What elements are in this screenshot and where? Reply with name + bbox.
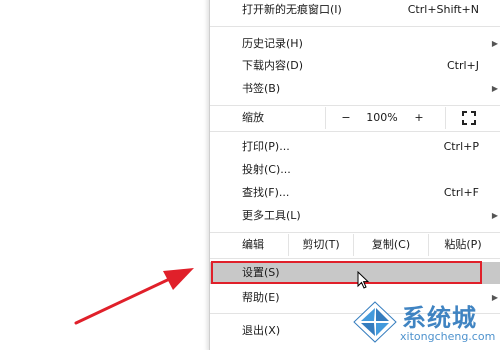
- menu-item-more-tools[interactable]: 更多工具(L) ▶: [210, 205, 500, 226]
- menu-item-label: 查找(F)...: [242, 186, 290, 199]
- menu-item-shortcut: Ctrl+P: [443, 140, 479, 153]
- zoom-label: 缩放: [242, 111, 264, 124]
- settings-highlight-box: [211, 261, 482, 284]
- zoom-divider: [325, 107, 326, 129]
- zoom-row: 缩放 − 100% +: [210, 107, 500, 129]
- paste-button[interactable]: 粘贴(P): [429, 234, 497, 256]
- submenu-arrow-icon: ▶: [491, 84, 498, 93]
- watermark-title: 系统城: [402, 304, 477, 332]
- menu-item-label: 投射(C)...: [242, 163, 291, 176]
- zoom-in-button[interactable]: +: [409, 107, 429, 129]
- menu-item-new-incognito-window[interactable]: 打开新的无痕窗口(I) Ctrl+Shift+N: [210, 0, 500, 20]
- copy-button[interactable]: 复制(C): [354, 234, 428, 256]
- menu-item-label: 打印(P)...: [242, 140, 290, 153]
- menu-item-label: 打开新的无痕窗口(I): [242, 3, 342, 16]
- menu-separator: [210, 26, 500, 27]
- menu-separator: [210, 105, 500, 106]
- menu-item-label: 历史记录(H): [242, 37, 303, 50]
- zoom-out-button[interactable]: −: [336, 107, 356, 129]
- menu-item-bookmarks[interactable]: 书签(B) ▶: [210, 78, 500, 99]
- menu-separator: [210, 131, 500, 132]
- menu-item-downloads[interactable]: 下载内容(D) Ctrl+J: [210, 55, 500, 76]
- menu-separator: [210, 258, 500, 259]
- menu-item-label: 书签(B): [242, 82, 281, 95]
- menu-item-label: 更多工具(L): [242, 209, 301, 222]
- zoom-divider: [445, 107, 446, 129]
- submenu-arrow-icon: ▶: [491, 211, 498, 220]
- fullscreen-icon: [462, 111, 476, 125]
- menu-item-label: 下载内容(D): [242, 59, 304, 72]
- site-watermark: 系统城 xitongcheng.com: [350, 296, 500, 350]
- menu-item-print[interactable]: 打印(P)... Ctrl+P: [210, 136, 500, 157]
- screenshot-stage: 打开新的无痕窗口(I) Ctrl+Shift+N 历史记录(H) ▶ 下载内容(…: [0, 0, 500, 350]
- menu-item-label: 帮助(E): [242, 291, 280, 304]
- watermark-url: xitongcheng.com: [400, 330, 496, 343]
- mouse-cursor-icon: [357, 271, 370, 289]
- menu-item-shortcut: Ctrl+F: [443, 186, 479, 199]
- cut-button[interactable]: 剪切(T): [289, 234, 353, 256]
- menu-separator: [210, 232, 500, 233]
- submenu-arrow-icon: ▶: [491, 39, 498, 48]
- fullscreen-button[interactable]: [458, 107, 480, 129]
- menu-item-history[interactable]: 历史记录(H) ▶: [210, 33, 500, 54]
- menu-item-find[interactable]: 查找(F)... Ctrl+F: [210, 182, 500, 203]
- menu-item-cast[interactable]: 投射(C)...: [210, 159, 500, 180]
- edit-row: 编辑 剪切(T) 复制(C) 粘贴(P): [210, 234, 500, 256]
- windows-logo-icon: [353, 301, 397, 343]
- menu-item-shortcut: Ctrl+J: [446, 59, 479, 72]
- menu-item-shortcut: Ctrl+Shift+N: [407, 3, 479, 16]
- zoom-level-value: 100%: [366, 111, 398, 124]
- edit-label: 编辑: [242, 238, 264, 251]
- menu-item-label: 退出(X): [242, 324, 281, 337]
